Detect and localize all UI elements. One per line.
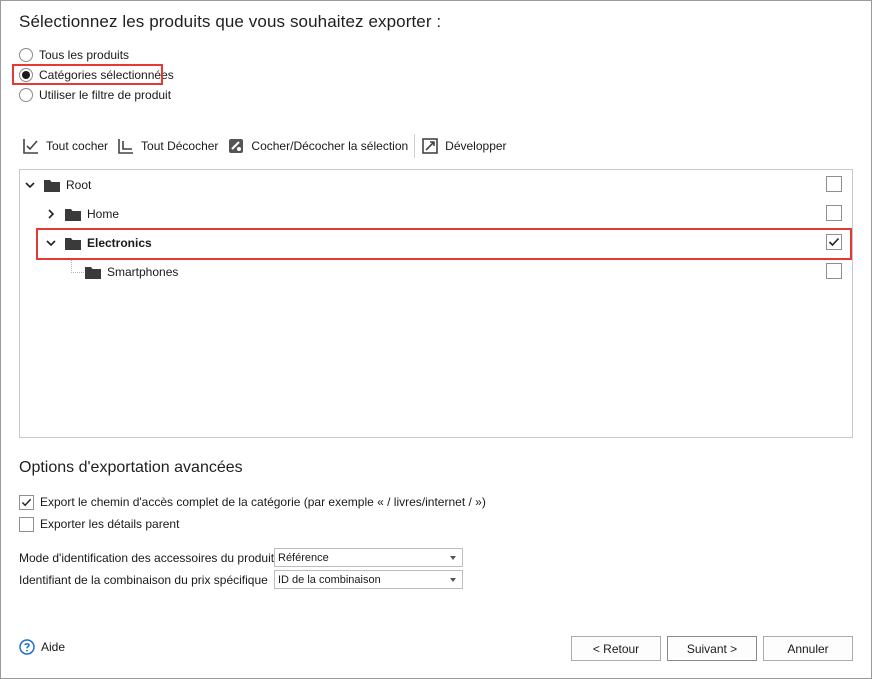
- smartphones-checkbox[interactable]: [826, 263, 842, 279]
- check-all-button[interactable]: Tout cocher: [22, 137, 108, 155]
- tree-node-home[interactable]: Home: [45, 203, 119, 225]
- export-path-label: Export le chemin d'accès complet de la c…: [40, 495, 486, 509]
- tree-node-label: Home: [87, 207, 120, 221]
- root-checkbox[interactable]: [826, 176, 842, 192]
- chevron-down-icon[interactable]: [24, 179, 36, 191]
- expand-icon: [422, 138, 438, 154]
- toggle-selection-label: Cocher/Décocher la sélection: [251, 139, 409, 153]
- radio-label: Tous les produits: [39, 48, 130, 62]
- export-parent-option[interactable]: Exporter les détails parent: [19, 515, 179, 533]
- dropdown-arrow-icon: [450, 578, 456, 582]
- tree-node-label: Root: [66, 178, 92, 192]
- combination-id-select[interactable]: ID de la combinaison: [274, 570, 463, 589]
- select-value: Référence: [278, 551, 329, 564]
- tree-node-smartphones[interactable]: Smartphones: [85, 261, 178, 283]
- radio-button[interactable]: [19, 48, 33, 62]
- tree-connector: [71, 258, 84, 273]
- tree-node-label: Smartphones: [107, 265, 179, 279]
- export-path-checkbox[interactable]: [19, 494, 34, 510]
- folder-icon: [44, 179, 60, 192]
- toggle-selection-button[interactable]: Cocher/Décocher la sélection: [227, 137, 408, 155]
- back-button[interactable]: < Retour: [571, 636, 661, 661]
- chevron-right-icon[interactable]: [45, 208, 57, 220]
- radio-all-products[interactable]: Tous les produits: [19, 46, 129, 64]
- help-icon: [19, 639, 35, 655]
- advanced-options-title: Options d'exportation avancées: [19, 459, 243, 476]
- tree-toolbar: Tout cocher Tout Décocher Cocher/Décoche…: [22, 133, 516, 159]
- highlight-box-electronics: [36, 228, 852, 260]
- combination-id-label: Identifiant de la combinaison du prix sp…: [19, 573, 268, 587]
- accessory-mode-label: Mode d'identification des accessoires du…: [19, 551, 275, 565]
- select-value: ID de la combinaison: [278, 573, 381, 586]
- help-link[interactable]: Aide: [19, 639, 65, 655]
- accessory-mode-select[interactable]: Référence: [274, 548, 463, 567]
- export-parent-checkbox[interactable]: [19, 516, 34, 532]
- export-parent-label: Exporter les détails parent: [40, 517, 180, 531]
- check-all-label: Tout cocher: [46, 139, 109, 153]
- tree-node-root[interactable]: Root: [24, 174, 91, 196]
- export-path-option[interactable]: Export le chemin d'accès complet de la c…: [19, 493, 486, 511]
- toggle-selection-icon: [229, 139, 244, 153]
- expand-label: Développer: [445, 139, 507, 153]
- category-tree[interactable]: Root Home Electronics Smartphones: [19, 169, 853, 438]
- uncheck-all-icon: [118, 139, 134, 154]
- next-button[interactable]: Suivant >: [667, 636, 757, 661]
- folder-icon: [85, 266, 101, 279]
- dropdown-arrow-icon: [450, 556, 456, 560]
- page-title: Sélectionnez les produits que vous souha…: [19, 12, 442, 31]
- radio-product-filter[interactable]: Utiliser le filtre de produit: [19, 86, 171, 104]
- cancel-button[interactable]: Annuler: [763, 636, 853, 661]
- help-label: Aide: [41, 640, 66, 654]
- highlight-box-radio: [12, 64, 163, 85]
- home-checkbox[interactable]: [826, 205, 842, 221]
- uncheck-all-button[interactable]: Tout Décocher: [117, 137, 218, 155]
- checkmark-icon: [21, 498, 32, 506]
- radio-button[interactable]: [19, 88, 33, 102]
- toolbar-separator: [414, 134, 416, 158]
- radio-label: Utiliser le filtre de produit: [39, 88, 172, 102]
- expand-button[interactable]: Développer: [421, 137, 507, 155]
- folder-icon: [65, 208, 81, 221]
- uncheck-all-label: Tout Décocher: [141, 139, 219, 153]
- check-all-icon: [23, 139, 38, 154]
